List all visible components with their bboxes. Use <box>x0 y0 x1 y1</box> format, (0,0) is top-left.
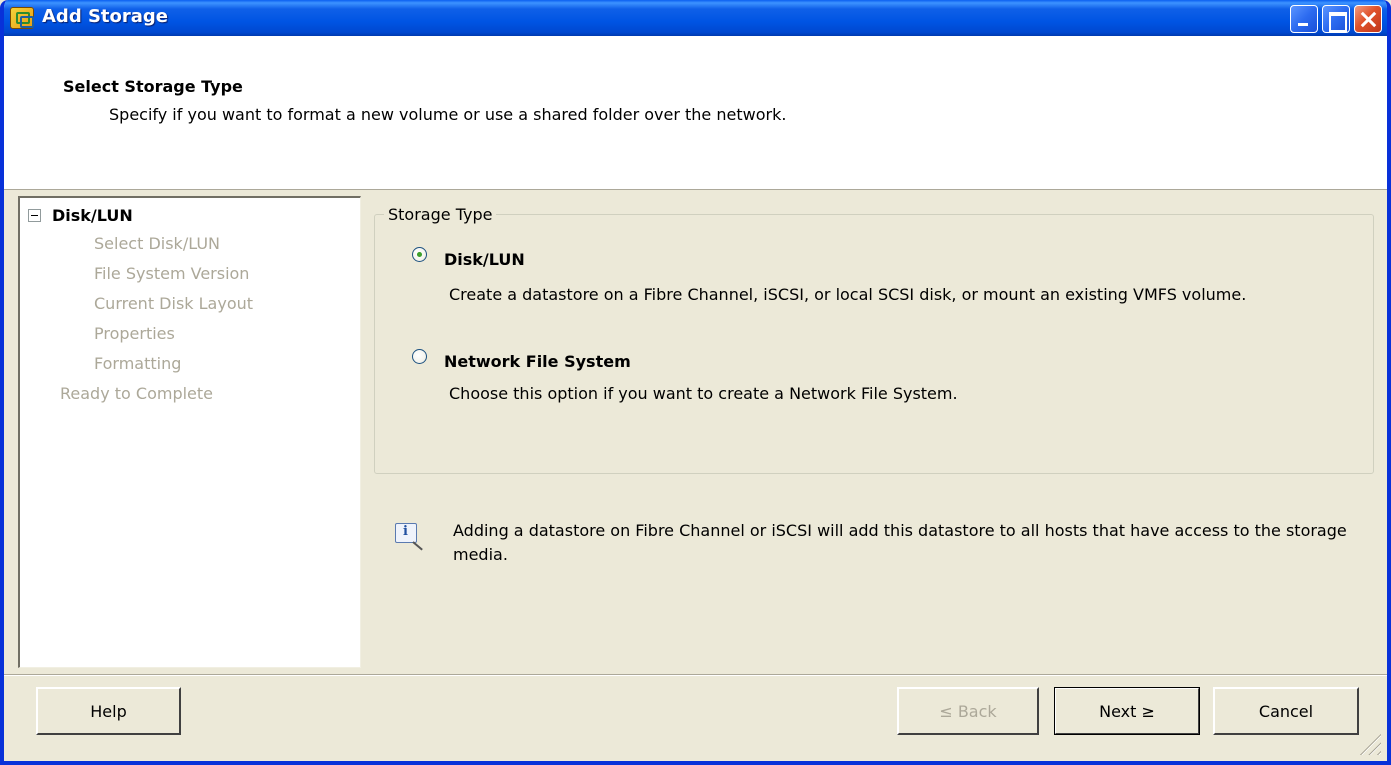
nav-item-ready-to-complete[interactable]: Ready to Complete <box>60 384 213 403</box>
option-disk-lun-label[interactable]: Disk/LUN <box>444 250 525 269</box>
nav-item-current-disk-layout[interactable]: Current Disk Layout <box>94 294 253 313</box>
footer-separator <box>4 674 1387 676</box>
option-nfs-description: Choose this option if you want to create… <box>449 384 958 403</box>
nav-item-select-disk-lun[interactable]: Select Disk/LUN <box>94 234 220 253</box>
nav-root-label: Disk/LUN <box>52 205 133 225</box>
collapse-icon[interactable] <box>28 208 41 222</box>
wizard-steps-panel: Disk/LUN Select Disk/LUN File System Ver… <box>18 196 361 668</box>
nav-item-disk-lun[interactable]: Disk/LUN <box>28 204 133 226</box>
back-button[interactable]: ≤ Back <box>897 687 1039 735</box>
nav-item-file-system-version[interactable]: File System Version <box>94 264 249 283</box>
close-icon[interactable] <box>1354 5 1382 33</box>
page-title: Select Storage Type <box>63 77 243 96</box>
radio-disk-lun[interactable] <box>412 247 427 262</box>
cancel-button[interactable]: Cancel <box>1213 687 1359 735</box>
option-disk-lun-description: Create a datastore on a Fibre Channel, i… <box>449 285 1247 304</box>
resize-grip-icon[interactable] <box>1359 733 1381 755</box>
info-message: Adding a datastore on Fibre Channel or i… <box>453 521 1347 564</box>
option-nfs-label[interactable]: Network File System <box>444 352 631 371</box>
page-subtitle: Specify if you want to format a new volu… <box>109 105 787 124</box>
nav-item-properties[interactable]: Properties <box>94 324 175 343</box>
vsphere-storage-icon <box>10 7 34 29</box>
info-icon <box>395 523 417 543</box>
title-bar[interactable]: Add Storage <box>4 0 1387 36</box>
next-button[interactable]: Next ≥ <box>1054 687 1200 735</box>
minimize-icon[interactable] <box>1290 5 1318 33</box>
radio-network-file-system[interactable] <box>412 349 427 364</box>
storage-type-legend: Storage Type <box>384 205 497 224</box>
add-storage-window: Add Storage Select Storage Type Specify … <box>0 0 1391 765</box>
wizard-header: Select Storage Type Specify if you want … <box>4 36 1387 190</box>
help-button[interactable]: Help <box>36 687 181 735</box>
window-title: Add Storage <box>42 6 169 27</box>
nav-item-formatting[interactable]: Formatting <box>94 354 181 373</box>
maximize-icon[interactable] <box>1322 5 1350 33</box>
